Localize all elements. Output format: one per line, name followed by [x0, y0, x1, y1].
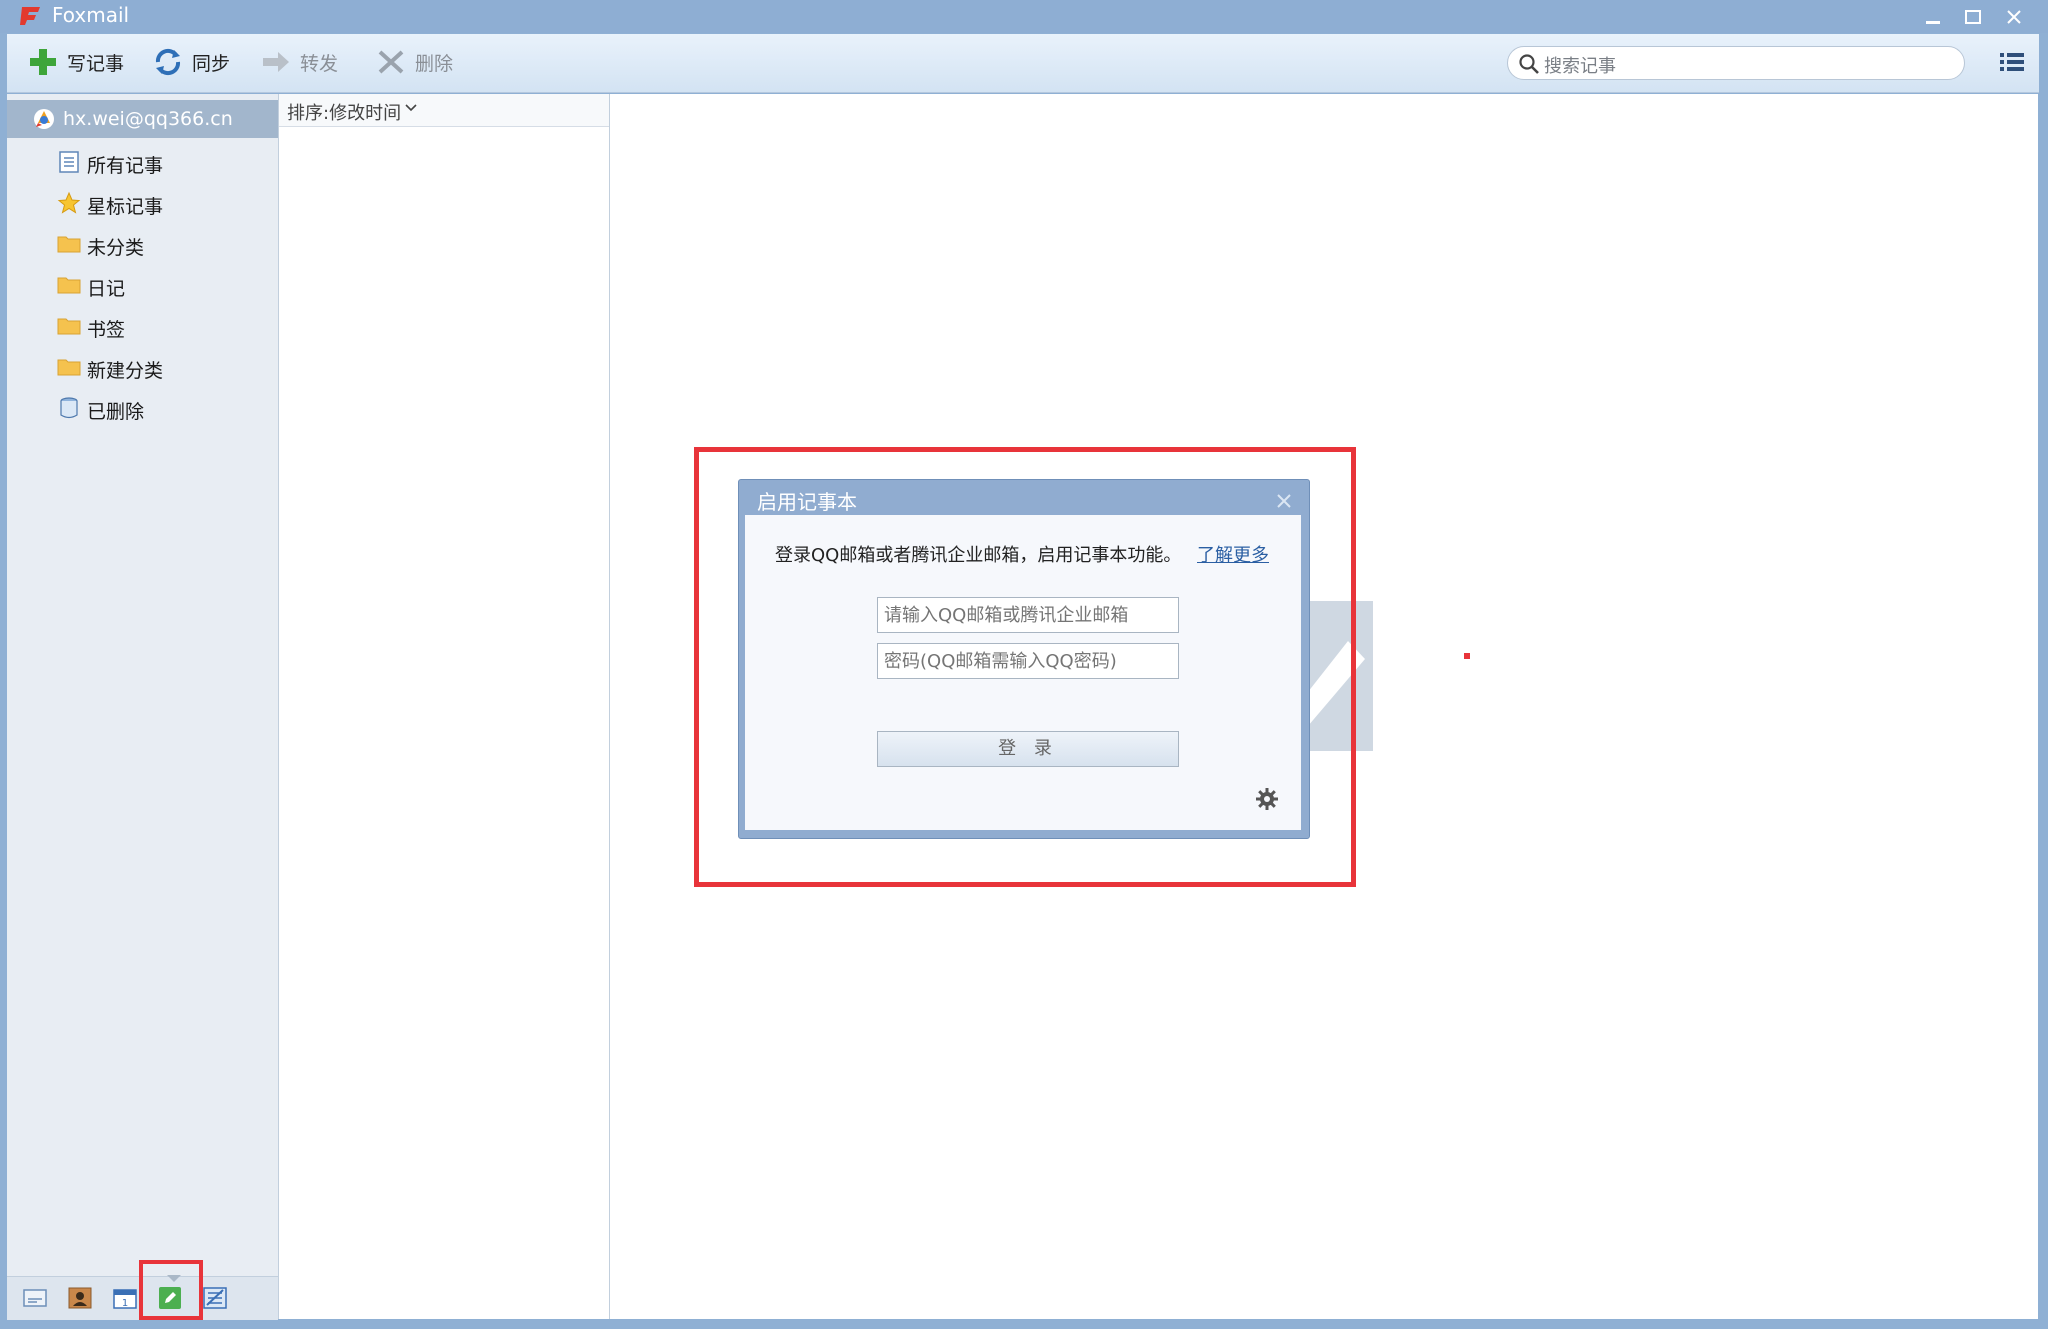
calendar-icon[interactable]: 1 [113, 1287, 137, 1309]
note-list-pane: 排序:修改时间 [279, 94, 610, 1319]
sidebar-item-uncategorized[interactable]: 未分类 [7, 224, 278, 264]
sidebar-item-deleted[interactable]: 已删除 [7, 388, 278, 428]
folder-icon [57, 236, 81, 253]
gear-icon[interactable] [1255, 787, 1279, 811]
login-button[interactable]: 登 录 [877, 731, 1179, 767]
dialog-title: 启用记事本 [757, 490, 857, 514]
notes-module-highlight [139, 1260, 203, 1320]
dialog-body: 登录QQ邮箱或者腾讯企业邮箱，启用记事本功能。 了解更多 登 录 [745, 515, 1301, 830]
email-field[interactable] [877, 597, 1179, 633]
password-field[interactable] [877, 643, 1179, 679]
folder-icon [57, 277, 81, 294]
sidebar-item-label: 新建分类 [87, 360, 164, 382]
maximize-icon[interactable] [1964, 8, 1982, 26]
menu-list-icon[interactable] [1999, 50, 2025, 74]
forward-label: 转发 [300, 52, 339, 75]
chevron-down-icon [405, 104, 417, 112]
sidebar-item-label: 已删除 [87, 401, 145, 423]
close-icon[interactable] [2005, 8, 2023, 26]
compose-note-label: 写记事 [67, 52, 125, 75]
sidebar-item-bookmarks[interactable]: 书签 [7, 306, 278, 346]
foxmail-logo-icon [20, 7, 40, 25]
sidebar-item-label: 未分类 [87, 237, 145, 259]
notes-list-icon [59, 151, 79, 173]
dialog-close-icon[interactable] [1275, 492, 1293, 510]
delete-button[interactable]: 删除 [375, 44, 453, 80]
account-icon [34, 109, 54, 129]
minimize-icon[interactable] [1924, 8, 1942, 26]
plus-icon [30, 49, 56, 75]
dialog-message: 登录QQ邮箱或者腾讯企业邮箱，启用记事本功能。 [775, 545, 1182, 566]
sidebar-item-label: 星标记事 [87, 196, 164, 218]
search-icon [1519, 54, 1539, 74]
folder-icon [57, 318, 81, 335]
sidebar-item-starred[interactable]: 星标记事 [7, 183, 278, 223]
app-title: Foxmail [52, 3, 130, 27]
enable-notes-dialog: 启用记事本 登录QQ邮箱或者腾讯企业邮箱，启用记事本功能。 了解更多 登 录 [738, 479, 1310, 839]
tasks-icon[interactable] [203, 1287, 227, 1309]
trash-icon [60, 397, 78, 419]
search-placeholder: 搜索记事 [1544, 56, 1616, 77]
sync-icon [155, 48, 181, 76]
title-bar: Foxmail [0, 0, 2048, 33]
folder-icon [57, 359, 81, 376]
forward-button[interactable]: 转发 [260, 44, 338, 80]
sidebar-item-label: 日记 [87, 278, 126, 300]
delete-label: 删除 [415, 52, 454, 75]
compose-note-button[interactable]: 写记事 [27, 44, 124, 80]
sidebar-item-new-category[interactable]: 新建分类 [7, 347, 278, 387]
sidebar-item-diary[interactable]: 日记 [7, 265, 278, 305]
toolbar: 写记事 同步 转发 删除 搜索记事 [7, 34, 2039, 93]
sidebar-item-all-notes[interactable]: 所有记事 [7, 142, 278, 182]
svg-text:1: 1 [122, 1298, 128, 1309]
sidebar: hx.wei@qq366.cn 所有记事 星标记事 未分类 日记 书签 新建分类… [7, 94, 279, 1320]
delete-x-icon [378, 50, 404, 74]
sync-label: 同步 [192, 52, 231, 75]
forward-arrow-icon [263, 52, 289, 72]
note-content-pane: 启用记事本 登录QQ邮箱或者腾讯企业邮箱，启用记事本功能。 了解更多 登 录 [610, 94, 2038, 1319]
sort-label: 排序:修改时间 [287, 103, 402, 124]
star-icon [57, 191, 81, 214]
search-input[interactable]: 搜索记事 [1507, 46, 1965, 80]
sidebar-item-label: 所有记事 [87, 155, 164, 177]
account-header[interactable]: hx.wei@qq366.cn [7, 100, 278, 138]
mail-icon[interactable] [23, 1287, 47, 1309]
account-email: hx.wei@qq366.cn [63, 108, 233, 130]
sync-button[interactable]: 同步 [152, 44, 230, 80]
red-marker-dot [1464, 653, 1470, 659]
learn-more-link[interactable]: 了解更多 [1197, 541, 1269, 567]
contacts-icon[interactable] [68, 1287, 92, 1309]
sort-dropdown[interactable]: 排序:修改时间 [279, 94, 609, 127]
sidebar-item-label: 书签 [87, 319, 126, 341]
